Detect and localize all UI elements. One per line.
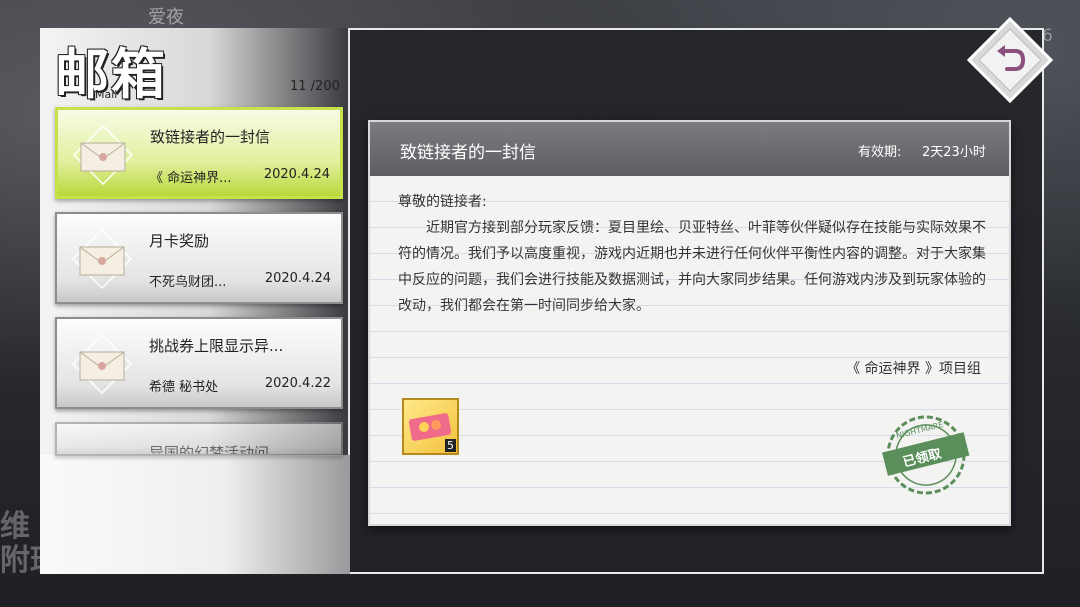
stamp-ring-text: NIGHTMARE xyxy=(895,420,944,440)
mail-list-item[interactable]: 月卡奖励 不死鸟财团... 2020.4.24 xyxy=(55,212,343,304)
mail-detail-header: 致链接者的一封信 有效期: 2天23小时 xyxy=(370,122,1009,176)
mail-item-title: 月卡奖励 xyxy=(149,232,210,250)
reward-quantity: 5 xyxy=(445,439,456,452)
mail-body[interactable]: 近期官方接到部分玩家反馈：夏目里绘、贝亚特丝、叶菲等伙伴疑似存在技能与实际效果不… xyxy=(398,215,986,333)
return-arrow-icon xyxy=(966,16,1054,104)
mail-list-item[interactable]: 挑战券上限显示异... 希德 秘书处 2020.4.22 xyxy=(55,317,343,409)
mail-item-date: 2020.4.22 xyxy=(264,376,331,391)
mail-item-title: 异国的幻梦活动问... xyxy=(149,444,284,456)
mail-list-item[interactable]: 异国的幻梦活动问... xyxy=(55,422,343,456)
mail-item-title: 挑战券上限显示异... xyxy=(149,337,284,355)
mail-greeting: 尊敬的链接者: xyxy=(398,194,487,210)
expiry-value: 2天23小时 xyxy=(922,145,986,160)
background-text: 爱夜 xyxy=(148,7,184,28)
envelope-icon xyxy=(72,124,134,186)
mail-item-date: 2020.4.24 xyxy=(264,271,331,286)
mail-list-item[interactable]: 致链接者的一封信 《 命运神界... 2020.4.24 xyxy=(55,107,343,199)
back-button[interactable] xyxy=(966,16,1054,104)
mail-list-footer xyxy=(40,455,350,574)
mail-detail-title: 致链接者的一封信 xyxy=(400,143,536,163)
reward-item[interactable]: 5 xyxy=(402,398,459,455)
expiry-label: 有效期: xyxy=(858,145,902,160)
mail-detail-card: 致链接者的一封信 有效期: 2天23小时 尊敬的链接者: 近期官方接到部分玩家反… xyxy=(368,120,1011,526)
mail-item-date: 2020.4.24 xyxy=(263,167,330,182)
mail-count: 11 /200 xyxy=(290,79,340,94)
mail-signature: 《 命运神界 》项目组 xyxy=(846,361,981,377)
mail-item-sender: 不死鸟财团... xyxy=(149,275,227,290)
page-subtitle: Mail xyxy=(95,88,118,101)
mail-item-title: 致链接者的一封信 xyxy=(150,128,271,146)
envelope-icon xyxy=(71,333,133,395)
mail-item-sender: 《 命运神界... xyxy=(150,171,232,186)
envelope-icon xyxy=(71,228,133,290)
mail-item-sender: 希德 秘书处 xyxy=(149,380,219,395)
